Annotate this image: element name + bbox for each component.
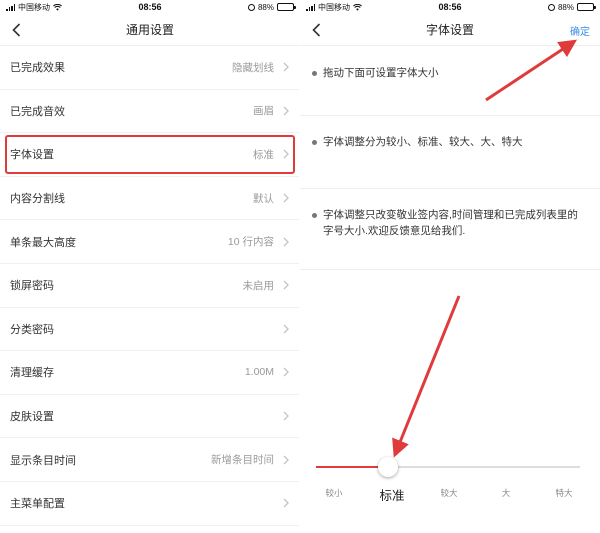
settings-row[interactable]: 内容分割线 默认 (0, 177, 300, 221)
slider-thumb[interactable] (378, 457, 398, 477)
slider-option-label[interactable]: 较小 (325, 487, 342, 499)
settings-row[interactable]: 皮肤设置 (0, 395, 300, 439)
slider-option-label[interactable]: 特大 (555, 487, 572, 499)
tip-text: 拖动下面可设置字体大小 (323, 67, 439, 79)
slider-option-label[interactable]: 较大 (440, 487, 457, 499)
settings-row[interactable]: 单条最大高度 10 行内容 (0, 220, 300, 264)
settings-row-label: 锁屏密码 (10, 280, 54, 293)
settings-row-label: 已完成音效 (10, 105, 65, 118)
settings-row-label: 主菜单配置 (10, 498, 65, 511)
settings-row-value: 隐藏划线 (232, 61, 274, 74)
chevron-right-icon (282, 454, 290, 466)
chevron-right-icon (282, 366, 290, 378)
bullet-dot (312, 213, 317, 218)
tip-item: 字体调整只改变敬业签内容,时间管理和已完成列表里的字号大小.欢迎反馈意见给我们. (312, 207, 586, 239)
signal-icon (306, 3, 315, 11)
settings-row-value: 1.00M (244, 366, 274, 379)
signal-icon (6, 3, 15, 11)
settings-row-label: 字体设置 (10, 149, 54, 162)
page-title: 通用设置 (125, 23, 174, 37)
chevron-right-icon (282, 105, 290, 117)
settings-row-value: 新增条目时间 (211, 454, 274, 467)
settings-row-label: 显示条目时间 (10, 454, 76, 467)
chevron-right-icon (282, 192, 290, 204)
chevron-right-icon (282, 236, 290, 248)
carrier-label: 中国移动 (18, 2, 50, 12)
settings-row-value: 默认 (253, 192, 274, 205)
tip-item: 字体调整分为较小、标准、较大、大、特大 (312, 134, 586, 150)
settings-row-value: 标准 (253, 148, 274, 161)
nav-bar: 通用设置 (0, 14, 300, 46)
settings-row[interactable]: 字体设置 标准 (0, 133, 300, 177)
general-settings-screen: 中国移动 08:56 88% 通用设置 已完成效果 隐藏划线已完成音效 画眉字体设置… (0, 0, 300, 533)
wifi-icon (53, 3, 62, 11)
settings-row[interactable]: 已完成效果 隐藏划线 (0, 46, 300, 90)
settings-row-label: 内容分割线 (10, 193, 65, 206)
carrier-label: 中国移动 (318, 2, 350, 12)
alarm-icon (247, 3, 255, 11)
status-bar: 中国移动 08:56 88% (0, 0, 300, 14)
settings-row-value: 画眉 (253, 105, 274, 118)
back-button[interactable] (6, 20, 26, 40)
slider-labels: 较小 标准 较大 大 特大 (300, 487, 600, 507)
settings-row-label: 清理缓存 (10, 367, 54, 380)
bullet-dot (312, 140, 317, 145)
settings-row-label: 皮肤设置 (10, 411, 54, 424)
slider-option-label[interactable]: 大 (502, 487, 511, 499)
settings-row-value: 10 行内容 (227, 236, 274, 249)
slider-track[interactable] (316, 466, 580, 468)
confirm-button[interactable]: 确定 (570, 23, 590, 38)
nav-bar: 字体设置 确定 (300, 14, 600, 46)
bullet-dot (312, 71, 317, 76)
settings-row[interactable]: 主菜单配置 (0, 482, 300, 526)
font-size-slider: 较小 标准 较大 大 特大 (300, 455, 600, 525)
settings-row[interactable]: 已完成音效 画眉 (0, 90, 300, 134)
chevron-right-icon (282, 61, 290, 73)
divider-line (300, 269, 600, 270)
back-button[interactable] (306, 20, 326, 40)
alarm-icon (547, 3, 555, 11)
status-bar: 中国移动 08:56 88% (300, 0, 600, 14)
settings-row-value: 未启用 (242, 279, 275, 292)
battery-percent: 88% (257, 2, 274, 12)
tip-text: 字体调整分为较小、标准、较大、大、特大 (323, 136, 523, 148)
slider-option-label[interactable]: 标准 (379, 485, 404, 504)
chevron-right-icon (282, 148, 290, 160)
settings-row[interactable]: 清理缓存 1.00M (0, 351, 300, 395)
settings-list: 已完成效果 隐藏划线已完成音效 画眉字体设置 标准内容分割线 默认单条最大高度 10 行内… (0, 46, 300, 526)
back-chevron-icon (11, 23, 20, 37)
settings-row-label: 已完成效果 (10, 62, 65, 75)
chevron-right-icon (282, 279, 290, 291)
chevron-right-icon (282, 410, 290, 422)
settings-row-label: 单条最大高度 (10, 236, 76, 249)
font-settings-screen: 中国移动 08:56 88% 字体设置 确定 拖动下面可设置字体大小 字体调整分… (300, 0, 600, 533)
tip-text: 字体调整只改变敬业签内容,时间管理和已完成列表里的字号大小.欢迎反馈意见给我们. (323, 209, 578, 237)
settings-row-label: 分类密码 (10, 323, 54, 336)
settings-row[interactable]: 显示条目时间 新增条目时间 (0, 438, 300, 482)
font-tips: 拖动下面可设置字体大小 字体调整分为较小、标准、较大、大、特大 字体调整只改变敬… (300, 46, 600, 270)
settings-row[interactable]: 分类密码 (0, 308, 300, 352)
battery-icon (577, 3, 596, 11)
page-title: 字体设置 (425, 23, 474, 37)
tip-item: 拖动下面可设置字体大小 (312, 65, 586, 81)
back-chevron-icon (311, 23, 320, 37)
chevron-right-icon (282, 323, 290, 335)
wifi-icon (353, 3, 362, 11)
settings-row[interactable]: 锁屏密码 未启用 (0, 264, 300, 308)
battery-percent: 88% (557, 2, 574, 12)
battery-icon (277, 3, 296, 11)
chevron-right-icon (282, 497, 290, 509)
